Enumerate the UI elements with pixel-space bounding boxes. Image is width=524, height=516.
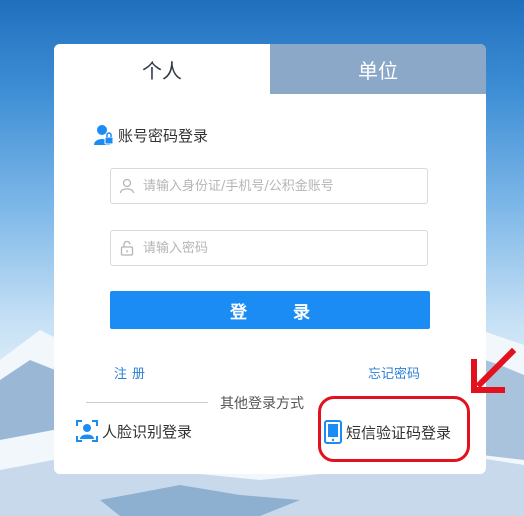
other-login-divider: 其他登录方式 [86, 390, 322, 414]
tab-organization[interactable]: 单位 [270, 44, 486, 94]
login-tabs: 个人 单位 [54, 44, 486, 94]
password-input[interactable] [141, 239, 415, 257]
person-icon [113, 178, 141, 194]
account-field[interactable] [110, 168, 428, 204]
section-title-label: 账号密码登录 [118, 126, 209, 145]
face-scan-icon [76, 420, 98, 442]
divider-line [86, 402, 208, 403]
divider-label: 其他登录方式 [220, 396, 304, 412]
section-title: 账号密码登录 [94, 124, 208, 146]
account-input[interactable] [141, 177, 415, 195]
user-lock-icon [94, 125, 114, 145]
login-button[interactable]: 登 录 [110, 291, 430, 329]
forgot-password-link[interactable]: 忘记密码 [368, 363, 420, 382]
face-login-label: 人脸识别登录 [102, 422, 193, 441]
lock-icon [113, 240, 141, 256]
password-field[interactable] [110, 230, 428, 266]
tab-personal[interactable]: 个人 [54, 44, 270, 94]
arrow-icon [471, 347, 517, 393]
face-login-link[interactable]: 人脸识别登录 [76, 420, 192, 442]
annotation-circle [318, 396, 470, 462]
register-link[interactable]: 注册 [114, 363, 150, 382]
